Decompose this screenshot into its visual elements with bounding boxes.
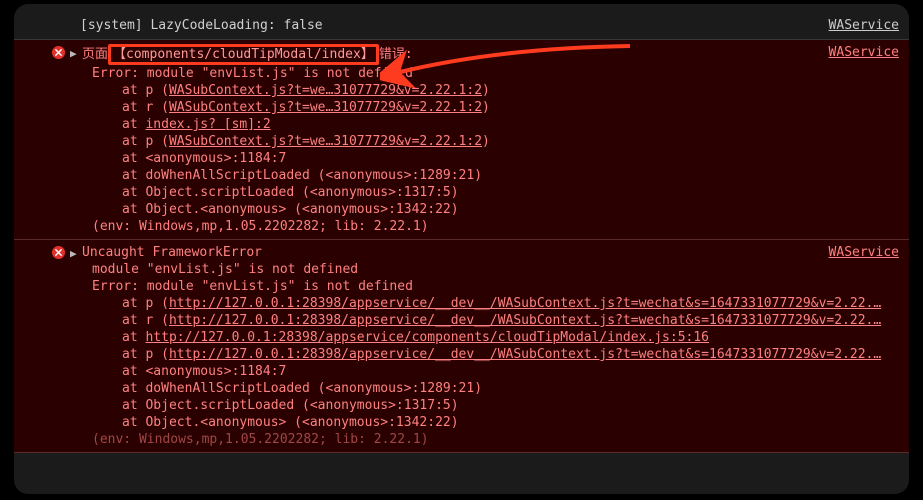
error-line-2: Error: module "envList.js" is not define…	[52, 278, 901, 295]
stack-frame: at <anonymous>:1184:7	[52, 150, 901, 167]
stack-at: at p (	[122, 83, 169, 98]
stack-frame: at p (WASubContext.js?t=we…31077729&v=2.…	[52, 82, 901, 99]
console-scroll-area[interactable]: [system] LazyCodeLoading: false WAServic…	[14, 4, 909, 494]
stack-at: at p (	[122, 347, 169, 362]
stack-tail: )	[482, 83, 490, 98]
stack-frame: at Object.<anonymous> (<anonymous>:1342:…	[52, 414, 901, 431]
chevron-right-icon[interactable]: ▶	[70, 245, 77, 262]
stack-tail: )	[482, 134, 490, 149]
chevron-right-icon[interactable]: ▶	[70, 45, 77, 62]
stack-link[interactable]: index.js? [sm]:2	[145, 117, 270, 132]
stack-at: at <anonymous>:1184:7	[122, 364, 286, 379]
system-log-line: [system] LazyCodeLoading: false WAServic…	[14, 16, 909, 40]
stack-frame: at p (WASubContext.js?t=we…31077729&v=2.…	[52, 133, 901, 150]
error-suffix: 错误:	[379, 47, 413, 62]
stack-frame: at index.js? [sm]:2	[52, 116, 901, 133]
source-link[interactable]: WAService	[829, 18, 899, 33]
stack-at: at p (	[122, 296, 169, 311]
stack-frame: at p (http://127.0.0.1:28398/appservice/…	[52, 295, 901, 312]
stack-link[interactable]: http://127.0.0.1:28398/appservice/__dev_…	[169, 296, 881, 311]
error-block-1: ▶ WAService 页面【components/cloudTipModal/…	[14, 40, 909, 240]
env-info: (env: Windows,mp,1.05.2202282; lib: 2.22…	[52, 218, 901, 235]
error-prefix: 页面	[82, 47, 108, 62]
stack-at: at doWhenAllScriptLoaded (<anonymous>:12…	[122, 168, 482, 183]
stack-frame: at doWhenAllScriptLoaded (<anonymous>:12…	[52, 380, 901, 397]
stack-link[interactable]: WASubContext.js?t=we…31077729&v=2.22.1:2	[169, 83, 482, 98]
stack-at: at Object.<anonymous> (<anonymous>:1342:…	[122, 415, 459, 430]
stack-frame: at Object.scriptLoaded (<anonymous>:1317…	[52, 184, 901, 201]
stack-frame: at p (http://127.0.0.1:28398/appservice/…	[52, 346, 901, 363]
console-frame: [system] LazyCodeLoading: false WAServic…	[14, 4, 909, 494]
error-block-2: ▶ WAService Uncaught FrameworkError modu…	[14, 240, 909, 453]
error-message: Error: module "envList.js" is not define…	[52, 65, 901, 82]
error-icon	[52, 46, 65, 59]
stack-at: at Object.scriptLoaded (<anonymous>:1317…	[122, 398, 459, 413]
stack-at: at r (	[122, 313, 169, 328]
stack-frame: at Object.scriptLoaded (<anonymous>:1317…	[52, 397, 901, 414]
stack-at: at	[122, 117, 145, 132]
stack-at: at <anonymous>:1184:7	[122, 151, 286, 166]
stack-link[interactable]: WASubContext.js?t=we…31077729&v=2.22.1:2	[169, 100, 482, 115]
error-title-line: 页面【components/cloudTipModal/index】错误:	[52, 44, 901, 65]
stack-at: at Object.<anonymous> (<anonymous>:1342:…	[122, 202, 459, 217]
error-icon	[52, 246, 65, 259]
stack-frame: at r (WASubContext.js?t=we…31077729&v=2.…	[52, 99, 901, 116]
error-title-line: Uncaught FrameworkError	[52, 244, 901, 261]
stack-link[interactable]: http://127.0.0.1:28398/appservice/__dev_…	[169, 313, 881, 328]
stack-at: at doWhenAllScriptLoaded (<anonymous>:12…	[122, 381, 482, 396]
highlighted-path: 【components/cloudTipModal/index】	[108, 44, 379, 65]
source-link[interactable]: WAService	[829, 244, 899, 261]
stack-frame: at doWhenAllScriptLoaded (<anonymous>:12…	[52, 167, 901, 184]
stack-tail: )	[482, 100, 490, 115]
truncated-top-row	[14, 8, 909, 16]
stack-frame: at r (http://127.0.0.1:28398/appservice/…	[52, 312, 901, 329]
system-log-text: [system] LazyCodeLoading: false	[80, 18, 323, 33]
stack-link[interactable]: http://127.0.0.1:28398/appservice/compon…	[145, 330, 709, 345]
stack-frame: at http://127.0.0.1:28398/appservice/com…	[52, 329, 901, 346]
source-link[interactable]: WAService	[829, 44, 899, 61]
stack-link[interactable]: http://127.0.0.1:28398/appservice/__dev_…	[169, 347, 881, 362]
stack-at: at	[122, 330, 145, 345]
stack-at: at p (	[122, 134, 169, 149]
env-info: (env: Windows,mp,1.05.2202282; lib: 2.22…	[52, 431, 901, 448]
stack-frame: at Object.<anonymous> (<anonymous>:1342:…	[52, 201, 901, 218]
stack-at: at Object.scriptLoaded (<anonymous>:1317…	[122, 185, 459, 200]
stack-frame: at <anonymous>:1184:7	[52, 363, 901, 380]
error-line-1: module "envList.js" is not defined	[52, 261, 901, 278]
stack-link[interactable]: WASubContext.js?t=we…31077729&v=2.22.1:2	[169, 134, 482, 149]
stack-at: at r (	[122, 100, 169, 115]
